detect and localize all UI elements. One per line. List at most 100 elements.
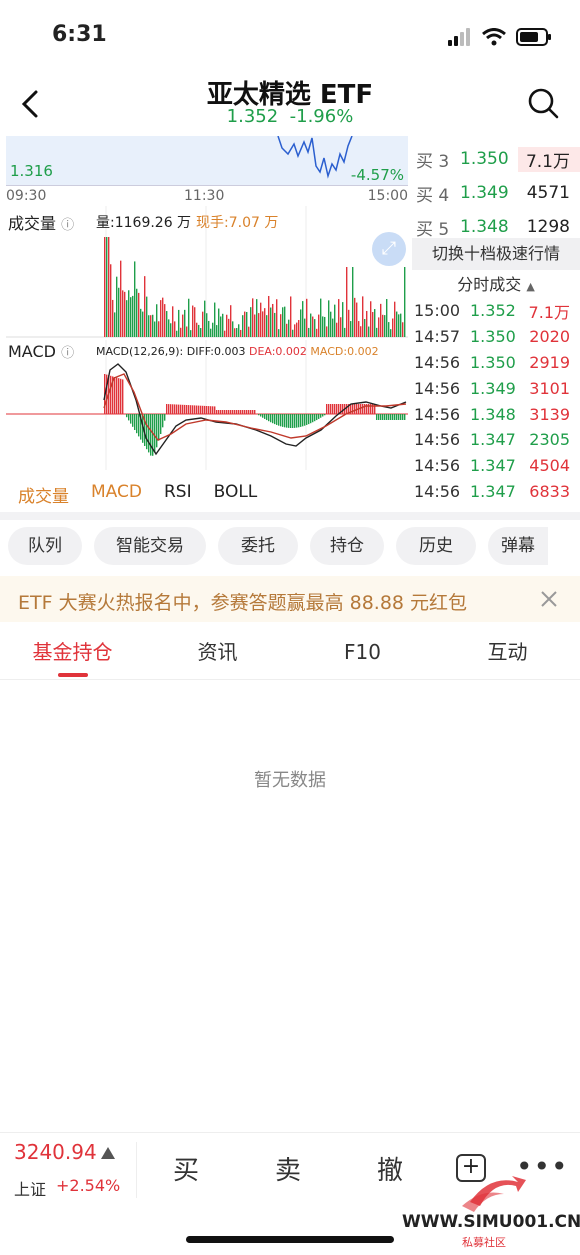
- tick-price: 1.348: [470, 404, 516, 424]
- tick-price: 1.350: [470, 327, 516, 347]
- status-time: 6:31: [52, 22, 107, 47]
- battery-icon: [516, 28, 551, 46]
- tab-holdings[interactable]: 基金持仓: [0, 624, 145, 679]
- tick-price: 1.347: [470, 430, 516, 450]
- tab-rsi[interactable]: RSI: [164, 482, 192, 507]
- tick-volume: 3101: [529, 378, 570, 398]
- index-value[interactable]: 3240.94: [14, 1140, 97, 1164]
- volume-bars: [104, 237, 406, 337]
- order-label: 买 3: [416, 151, 450, 172]
- tick-volume: 3139: [529, 404, 570, 424]
- volume-now: 现手:7.07 万: [196, 215, 279, 231]
- pill-smart-trade[interactable]: 智能交易: [94, 527, 206, 565]
- help-icon[interactable]: ⓘ: [61, 218, 74, 233]
- tab-volume[interactable]: 成交量: [18, 482, 69, 507]
- tick-list: 15:00 1.352 7.1万 14:57 1.350 2020 14:56 1.350…: [414, 298, 580, 504]
- index-change: +2.54%: [56, 1176, 121, 1195]
- promo-text[interactable]: ETF 大赛火热报名中，参赛答题赢最高 88.88 元红包: [18, 588, 467, 615]
- indicator-tabs: 成交量 MACD RSI BOLL: [18, 482, 257, 507]
- index-name: 上证: [14, 1180, 47, 1199]
- tick-volume: 2305: [529, 430, 570, 450]
- wifi-icon: [482, 28, 506, 46]
- price-line: [277, 135, 353, 179]
- divider: [136, 1142, 137, 1198]
- tick-row: 14:56 1.350 2919: [414, 350, 580, 376]
- time-axis: 09:30 11:30 15:00: [6, 186, 408, 206]
- macd-title: MACD ⓘ: [8, 342, 74, 361]
- tab-news[interactable]: 资讯: [145, 624, 290, 679]
- help-icon[interactable]: ⓘ: [61, 346, 74, 361]
- tick-volume: 4504: [529, 456, 570, 476]
- switch-level10-button[interactable]: 切换十档极速行情: [412, 238, 580, 270]
- tab-interaction[interactable]: 互动: [435, 624, 580, 679]
- pill-orders[interactable]: 委托: [218, 527, 298, 565]
- time-start: 09:30: [6, 188, 47, 204]
- tick-time: 14:57: [414, 327, 461, 347]
- empty-state: 暂无数据: [254, 770, 326, 791]
- tab-f10[interactable]: F10: [290, 624, 435, 679]
- pill-positions[interactable]: 持仓: [310, 527, 384, 565]
- order-volume: 4571: [526, 183, 570, 203]
- time-end: 15:00: [367, 188, 408, 204]
- order-label: 买 5: [416, 219, 450, 240]
- tick-volume: 2020: [529, 327, 570, 347]
- ticks-title: 分时成交: [457, 275, 522, 294]
- tick-price: 1.347: [470, 481, 516, 501]
- price-summary: 1.352 -1.96%: [0, 106, 580, 127]
- order-label: 买 4: [416, 185, 450, 206]
- tick-time: 14:56: [414, 404, 461, 424]
- pill-queue[interactable]: 队列: [8, 527, 82, 565]
- tick-price: 1.352: [470, 301, 516, 321]
- volume-total: 量:1169.26 万: [96, 215, 192, 231]
- tick-price: 1.349: [470, 378, 516, 398]
- order-price: 1.349: [460, 183, 509, 203]
- close-icon[interactable]: [540, 590, 558, 608]
- volume-title: 成交量 ⓘ: [8, 210, 74, 234]
- watermark-text: WWW.SIMU001.CN: [402, 1212, 580, 1232]
- divider: [0, 512, 580, 520]
- status-icons: [448, 26, 552, 48]
- tick-row: 14:57 1.350 2020: [414, 324, 580, 350]
- tick-time: 14:56: [414, 430, 461, 450]
- dea-value: DEA:0.002: [248, 345, 307, 358]
- home-indicator: [186, 1236, 394, 1243]
- tick-row: 14:56 1.347 4504: [414, 453, 580, 479]
- volume-title-text: 成交量: [8, 214, 57, 233]
- content-tabs: 基金持仓 资讯 F10 互动: [0, 624, 580, 680]
- tick-row: 14:56 1.349 3101: [414, 375, 580, 401]
- macd-params: MACD(12,26,9):: [96, 345, 184, 358]
- tick-time: 15:00: [414, 301, 461, 321]
- macd-value: MACD:0.002: [310, 345, 379, 358]
- tick-volume: 6833: [529, 481, 570, 501]
- tab-macd[interactable]: MACD: [91, 482, 142, 507]
- macd-chart[interactable]: MACD ⓘ MACD(12,26,9): DIFF:0.003 DEA:0.0…: [6, 340, 408, 470]
- order-book-row[interactable]: 买 3 1.350 7.1万: [414, 142, 580, 176]
- order-book-row[interactable]: 买 4 1.349 4571: [414, 176, 580, 210]
- tick-price: 1.347: [470, 456, 516, 476]
- price-chart[interactable]: 1.316 -4.57%: [6, 135, 408, 186]
- low-price-label: 1.316: [10, 162, 53, 180]
- order-volume: 7.1万: [518, 146, 580, 172]
- order-price: 1.350: [460, 149, 509, 169]
- diff-value: DIFF:0.003: [186, 345, 246, 358]
- macd-title-text: MACD: [8, 342, 56, 361]
- sell-button[interactable]: 卖: [258, 1150, 318, 1187]
- pill-danmaku[interactable]: 弹幕: [488, 527, 548, 565]
- watermark: WWW.SIMU001.CN 私募社区: [400, 1172, 580, 1252]
- buy-button[interactable]: 买: [156, 1150, 216, 1187]
- tick-volume: 2919: [529, 352, 570, 372]
- volume-chart[interactable]: 成交量 ⓘ 量:1169.26 万 现手:7.07 万 ⤢: [6, 206, 408, 338]
- signal-icon: [448, 28, 470, 46]
- watermark-subtext: 私募社区: [462, 1236, 506, 1249]
- tab-boll[interactable]: BOLL: [214, 482, 258, 507]
- current-price: 1.352: [226, 106, 279, 127]
- pill-history[interactable]: 历史: [396, 527, 476, 565]
- expand-icon[interactable]: ⤢: [372, 232, 406, 266]
- search-icon[interactable]: [526, 86, 560, 120]
- tick-time: 14:56: [414, 352, 461, 372]
- tick-volume: 7.1万: [528, 302, 570, 322]
- ticks-header[interactable]: 分时成交 ▲: [412, 272, 580, 298]
- tick-time: 14:56: [414, 481, 461, 501]
- tick-time: 14:56: [414, 378, 461, 398]
- time-mid: 11:30: [184, 188, 225, 204]
